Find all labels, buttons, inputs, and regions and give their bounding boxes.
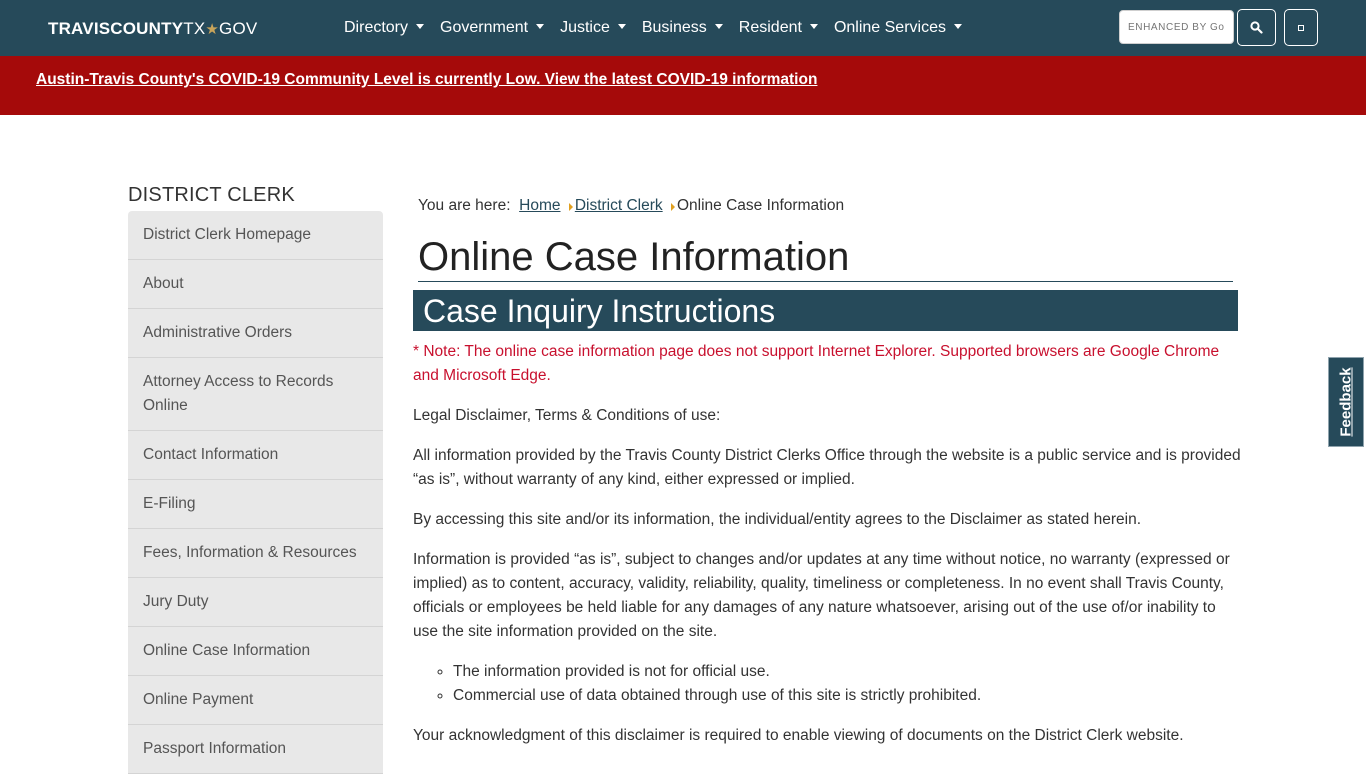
nav-business-label: Business <box>641 19 707 36</box>
breadcrumb-arrow-icon <box>670 203 675 211</box>
main-nav: Directory Government Justice Business Re… <box>344 17 978 39</box>
sidebar-item-administrative-orders[interactable]: Administrative Orders <box>128 309 383 358</box>
menu-icon <box>1298 25 1304 31</box>
main-content: * Note: The online case information page… <box>413 340 1243 764</box>
logo-text-state: TX <box>183 19 206 38</box>
caret-down-icon <box>416 24 425 29</box>
logo-text-gov: GOV <box>219 19 258 38</box>
logo-text-county: TRAVISCOUNTY <box>48 19 184 38</box>
nav-online-services-label: Online Services <box>833 19 946 36</box>
sidebar-item-attorney-access[interactable]: Attorney Access to Records Online <box>128 358 383 431</box>
nav-justice[interactable]: Justice <box>560 17 626 39</box>
sidebar-item-online-payment[interactable]: Online Payment <box>128 676 383 725</box>
sidebar-item-online-case-information[interactable]: Online Case Information <box>128 627 383 676</box>
page-title: Online Case Information <box>418 233 1233 282</box>
search-input[interactable] <box>1120 11 1233 43</box>
list-item: Commercial use of data obtained through … <box>453 684 1243 708</box>
disclaimer-paragraph-3: Information is provided “as is”, subject… <box>413 551 1230 640</box>
breadcrumb: You are here: Home District Clerk Online… <box>418 196 844 216</box>
sidebar-menu: District Clerk Homepage About Administra… <box>128 211 383 774</box>
caret-down-icon <box>714 24 723 29</box>
logo-star-icon: ★ <box>205 21 220 38</box>
nav-resident-label: Resident <box>738 19 802 36</box>
search-button[interactable] <box>1237 9 1276 46</box>
nav-directory-label: Directory <box>344 19 409 36</box>
browser-support-note: * Note: The online case information page… <box>413 343 1220 384</box>
nav-government-label: Government <box>440 19 529 36</box>
disclaimer-paragraph-2: By accessing this site and/or its inform… <box>413 511 1142 528</box>
feedback-tab[interactable]: Feedback <box>1328 357 1364 447</box>
nav-online-services[interactable]: Online Services <box>834 17 962 39</box>
section-heading: Case Inquiry Instructions <box>423 293 776 329</box>
sidebar-item-contact-information[interactable]: Contact Information <box>128 431 383 480</box>
disclaimer-heading: Legal Disclaimer, Terms & Conditions of … <box>413 407 721 424</box>
breadcrumb-district-clerk-link[interactable]: District Clerk <box>575 197 663 214</box>
breadcrumb-prefix: You are here: <box>418 197 511 214</box>
menu-toggle-button[interactable] <box>1284 9 1318 46</box>
site-logo[interactable]: TRAVISCOUNTYTX★GOV <box>48 19 257 40</box>
breadcrumb-home-link[interactable]: Home <box>519 197 560 214</box>
search-box <box>1119 10 1234 44</box>
covid-alert-banner: Austin-Travis County's COVID-19 Communit… <box>0 56 1366 115</box>
sidebar-title: DISTRICT CLERK <box>128 184 295 206</box>
list-item: The information provided is not for offi… <box>453 660 1243 684</box>
nav-directory[interactable]: Directory <box>344 17 425 39</box>
caret-down-icon <box>809 24 818 29</box>
nav-justice-label: Justice <box>560 19 610 36</box>
breadcrumb-current: Online Case Information <box>676 197 845 214</box>
nav-business[interactable]: Business <box>642 17 723 39</box>
nav-resident[interactable]: Resident <box>739 17 818 39</box>
disclaimer-acknowledgment: Your acknowledgment of this disclaimer i… <box>413 727 1184 744</box>
sidebar-item-jury-duty[interactable]: Jury Duty <box>128 578 383 627</box>
disclaimer-paragraph-1: All information provided by the Travis C… <box>413 447 1241 488</box>
covid-alert-link[interactable]: Austin-Travis County's COVID-19 Communit… <box>36 71 817 89</box>
sidebar-item-fees-information[interactable]: Fees, Information & Resources <box>128 529 383 578</box>
sidebar-item-district-clerk-homepage[interactable]: District Clerk Homepage <box>128 211 383 260</box>
top-navigation-bar: TRAVISCOUNTYTX★GOV Directory Government … <box>0 0 1366 56</box>
search-icon <box>1250 21 1263 34</box>
disclaimer-list: The information provided is not for offi… <box>413 660 1243 708</box>
feedback-label: Feedback <box>1337 367 1355 437</box>
nav-government[interactable]: Government <box>440 17 545 39</box>
sidebar-item-passport-information[interactable]: Passport Information <box>128 725 383 774</box>
breadcrumb-arrow-icon <box>568 203 573 211</box>
sidebar-item-about[interactable]: About <box>128 260 383 309</box>
caret-down-icon <box>617 24 626 29</box>
caret-down-icon <box>536 24 545 29</box>
sidebar-item-e-filing[interactable]: E-Filing <box>128 480 383 529</box>
caret-down-icon <box>953 24 962 29</box>
section-heading-bar: Case Inquiry Instructions <box>413 290 1238 331</box>
